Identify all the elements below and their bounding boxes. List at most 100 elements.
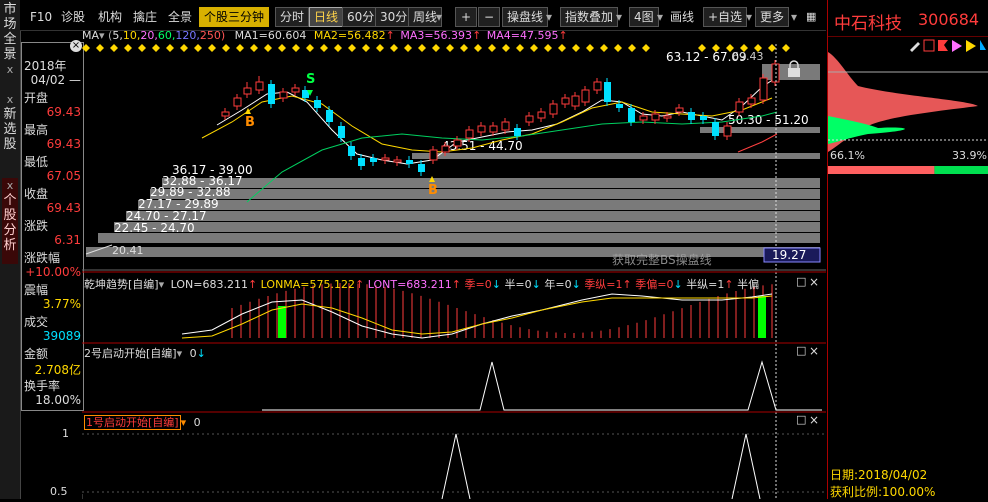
signal-diamond [502,44,510,52]
chevron-down-icon[interactable]: ▾ [791,8,797,26]
close-icon[interactable]: × [809,413,819,427]
signal-diamond [558,44,566,52]
chevron-down-icon[interactable]: ▾ [159,278,165,291]
signal-diamond [390,44,398,52]
maximize-icon[interactable]: □ [796,413,806,426]
signal-diamond [250,44,258,52]
indicator1-name[interactable]: 乾坤趋势[自编] [84,278,159,291]
kline-chart-area[interactable]: 36.17 - 39.00 32.88 - 36.17 29.89 - 32.8… [81,42,826,500]
candle-body [663,115,672,119]
candle-body [593,81,602,91]
ma-param-60: 60, [157,29,176,42]
indicator3-name[interactable]: 1号启动开始[自编] [84,415,181,430]
timeshare-button[interactable]: 分时 [275,7,310,27]
watermark-text: 获取完整BS操盘线 [612,252,712,267]
candle-body [514,128,521,136]
axis-tick-1: 1 [62,427,69,440]
candle-body [489,125,498,133]
ma-label[interactable]: MA [82,29,99,42]
close-icon[interactable]: × [70,40,82,52]
add-watch-button[interactable]: +自选 [703,7,748,27]
maximize-icon[interactable]: □ [796,275,806,288]
signal-diamond [278,44,286,52]
indicator2-header: 2号启动开始[自编]▾ 0↓ [84,345,206,360]
three-minute-button[interactable]: 个股三分钟 [199,7,270,27]
chevron-down-icon[interactable]: ▾ [616,8,622,26]
toolbar: F10 诊股 机构 擒庄 全景 个股三分钟 分时 日线 60分 30分 周线 ▾… [20,0,826,31]
ma-param-250: 250) [199,29,226,42]
close-icon[interactable]: x [2,92,18,107]
tab-new-stock-picking[interactable]: x 新选股 [2,92,18,162]
plus-button[interactable]: + [455,7,477,27]
indicator2-name[interactable]: 2号启动开始[自编] [84,347,177,360]
min60-button[interactable]: 60分 [342,7,380,27]
play-icon [966,40,976,52]
candle-body [525,115,534,123]
close-icon[interactable]: x [2,178,18,193]
close-icon[interactable]: x [2,62,18,77]
volume-label: 成交 [24,315,49,329]
signal-diamond [572,44,580,52]
four-chart-button[interactable]: 4图 [629,7,659,27]
profit-ratio-label: 获利比例:100.00% [830,485,936,499]
chevron-down-icon[interactable]: ▾ [546,8,552,26]
candle-body [571,95,580,107]
candle-body [381,157,390,161]
left-ratio-label: 66.1% [830,149,865,162]
signal-diamond [614,44,622,52]
top-price-label: 69.43 [732,50,764,63]
chevron-down-icon[interactable]: ▾ [177,347,183,360]
ma3-value: MA3=56.393 [400,29,473,42]
chevron-down-icon[interactable]: ▾ [746,8,752,26]
chevron-down-icon[interactable]: ▾ [99,29,105,42]
min30-button[interactable]: 30分 [375,7,413,27]
tab-market-panorama[interactable]: 市场全景 x [2,2,18,76]
lont-value: LONT=683.211 [367,278,452,291]
up-arrow-icon [245,108,251,114]
pen-icon [910,42,920,52]
open-value: 69.43 [46,105,81,119]
low-value: 67.05 [46,169,81,183]
close-icon[interactable]: × [809,344,819,358]
flag-icon [938,40,948,51]
profit-ratio-bar [828,166,988,174]
trading-line-button[interactable]: 操盘线 [502,7,549,27]
draw-line-button[interactable]: 画线 [670,8,694,26]
candle-body [537,111,546,119]
signal-diamond [432,44,440,52]
chevron-down-icon[interactable]: ▾ [436,8,442,26]
maximize-icon[interactable]: □ [796,344,806,357]
panorama-button[interactable]: 全景 [168,8,192,26]
candle-body [406,160,413,164]
chip-tool-icons[interactable] [910,39,986,52]
ma1-value: MA1=60.604 [234,29,307,42]
institution-button[interactable]: 机构 [98,8,122,26]
hedge-button[interactable]: 擒庄 [133,8,157,26]
signal-diamond [586,44,594,52]
chip-ladder [86,64,820,257]
tab-stock-analysis[interactable]: x 个股分析 [2,178,18,264]
diagnose-button[interactable]: 诊股 [61,8,85,26]
close-icon[interactable]: × [809,275,819,289]
down-arrow-icon: ↓ [196,347,206,360]
signal-diamond [166,44,174,52]
triangle-icon [980,40,986,50]
candle-body [255,81,264,91]
more-button[interactable]: 更多 [755,7,790,27]
tab-label: 新选股 [3,107,17,152]
candle-body [370,158,377,162]
toolbar-settings-icon[interactable]: ▦ [806,8,816,26]
signal-diamond [460,44,468,52]
signal-diamond [124,44,132,52]
daily-button[interactable]: 日线 [309,7,344,27]
minus-button[interactable]: − [478,7,500,27]
date-label: 日期:2018/04/02 [830,468,928,482]
season-vertical-value: 季纵=1 [584,278,623,291]
info-year: 2018年 [24,59,67,73]
candle-body [429,149,438,161]
index-overlay-button[interactable]: 指数叠加 [560,7,619,27]
chevron-down-icon[interactable]: ▾ [657,8,663,26]
chevron-down-icon[interactable]: ▾ [181,416,187,429]
f10-button[interactable]: F10 [30,8,52,26]
lock-icon[interactable] [788,60,800,77]
